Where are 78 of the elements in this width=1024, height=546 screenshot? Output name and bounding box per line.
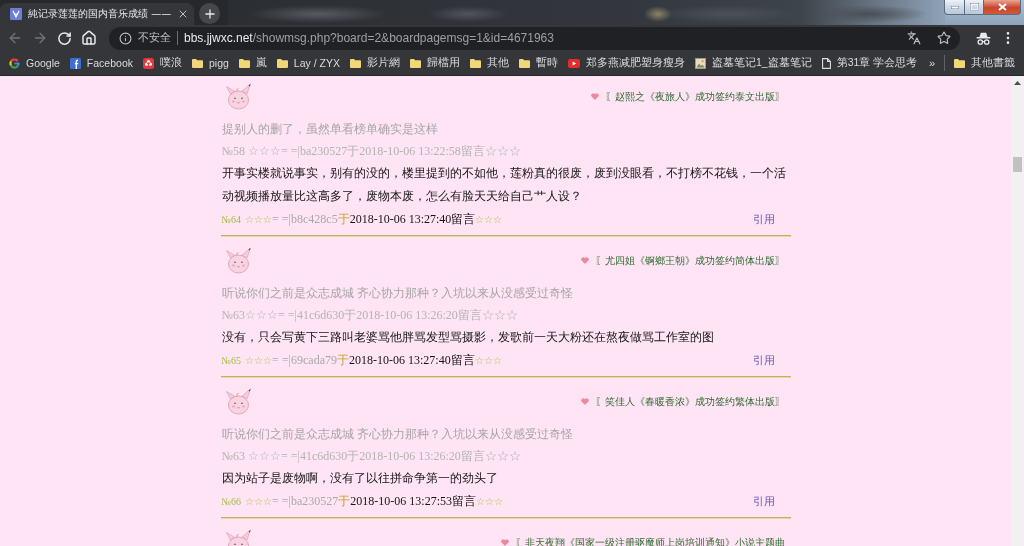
heart-icon	[590, 93, 599, 100]
quote-link[interactable]: 引用	[752, 211, 775, 227]
minimize-button[interactable]	[944, 0, 965, 15]
site-info-button[interactable]: 不安全	[119, 31, 171, 45]
folder-icon	[192, 58, 203, 68]
bookmark-link[interactable]: 盗墓笔记1_盗墓笔记	[689, 53, 817, 73]
quoted-text: 提别人的删了，虽然单看榜单确实是这样	[220, 121, 439, 138]
quoted-post-meta: №58 ☆☆☆= =|ba230527于2018-10-06 13:22:58留言☆☆☆	[220, 143, 522, 160]
picture-icon	[694, 57, 706, 69]
bookmark-folder[interactable]: 其他書籤	[949, 53, 1020, 73]
bookmark-folder[interactable]: 嵐	[233, 53, 272, 73]
bookmark-folder[interactable]: Lay / ZYX	[271, 53, 345, 73]
new-tab-button[interactable]	[199, 3, 220, 24]
quoted-text: 听说你们之前是众志成城 齐心协力那种？入坑以来从没感受过奇怪	[220, 426, 575, 443]
address-bar[interactable]: 不安全 bbs.jjwxc.net/showmsg.php?board=2&boardpagemsg=1&id=4671963	[109, 26, 960, 50]
video-play-icon	[567, 58, 580, 68]
post-meta: №65 ☆☆☆= =|69cada79于2018-10-06 13:27:40留言☆☆☆	[221, 351, 502, 369]
scrollbar-thumb[interactable]	[1013, 157, 1022, 172]
quoted-text: 听说你们之前是众志成城 齐心协力那种？入坑以来从没感受过奇怪	[220, 285, 575, 302]
folder-icon	[349, 58, 361, 68]
quoted-post-meta: №63 ☆☆☆= =|41c6d630于2018-10-06 13:26:20留言☆☆☆	[220, 448, 522, 465]
post-meta: №64 ☆☆☆= =|b8c428c5于2018-10-06 13:27:40留言☆☆☆	[221, 210, 503, 228]
browser-tab[interactable]: 純记录莲莲的国内音乐成绩 ——	[0, 3, 194, 25]
promo-link[interactable]: 〖笑佳人《春暖香浓》成功签约繁体出版〗	[594, 394, 785, 409]
bookmark-link[interactable]: Google	[4, 53, 65, 73]
site-favicon-icon	[10, 8, 22, 20]
creature-avatar-icon	[224, 247, 252, 274]
folder-icon	[469, 58, 481, 68]
page-icon	[821, 57, 831, 69]
flower-logo-icon	[143, 57, 154, 69]
promo-link[interactable]: 〖赵熙之《夜旅人》成功签约泰文出版〗	[604, 89, 785, 104]
post-meta: №66 ☆☆☆= =|ba230527于2018-10-06 13:27:53留言☆☆☆	[221, 492, 503, 510]
info-icon	[119, 31, 132, 45]
f-logo-icon	[69, 57, 81, 69]
scrollbar-track[interactable]	[1011, 76, 1024, 546]
hat-glasses-icon[interactable]	[976, 31, 991, 45]
folder-icon	[238, 58, 250, 68]
back-icon[interactable]	[7, 30, 23, 46]
heart-icon	[580, 257, 589, 264]
translate-icon[interactable]	[907, 31, 921, 45]
quote-link[interactable]: 引用	[752, 352, 775, 368]
bookmark-link[interactable]: Facebook	[64, 53, 138, 73]
heart-icon	[500, 539, 509, 546]
bookmark-folder[interactable]: 歸檔用	[404, 53, 465, 73]
quoted-post-meta: №63☆☆☆= =|41c6d630于2018-10-06 13:26:20留言☆☆☆	[220, 307, 519, 324]
creature-avatar-icon	[224, 83, 252, 110]
post-text: 开事实楼就说事实，别有的没的，楼里提到的不如他，莲粉真的很废，废到没眼看，不打榜不花钱，一个活动视频播放量比这高多了，废物本废，怎么有脸天天给自己艹人设？	[220, 165, 787, 205]
maximize-button[interactable]	[964, 0, 984, 15]
folder-icon	[409, 58, 421, 68]
bookmark-link[interactable]: 郑多燕减肥塑身瘦身	[562, 53, 690, 73]
bookmark-folder[interactable]: 影片網	[344, 53, 405, 73]
bookmark-star-icon[interactable]	[937, 31, 951, 45]
g-logo-icon	[9, 57, 20, 69]
quote-link[interactable]: 引用	[752, 493, 775, 509]
scroll-up-arrow-icon[interactable]	[1014, 81, 1021, 85]
bookmark-link[interactable]: 噗浪	[138, 53, 187, 73]
close-window-button[interactable]	[983, 0, 1021, 15]
plus-icon	[202, 6, 217, 21]
creature-avatar-icon	[224, 388, 252, 415]
folder-icon	[518, 58, 530, 68]
heart-icon	[580, 398, 589, 405]
url-text: bbs.jjwxc.net/showmsg.php?board=2&boardpagemsg=1&id=4671963	[184, 31, 555, 45]
bookmark-folder[interactable]: pigg	[187, 53, 234, 73]
bookmark-link[interactable]: 第31章 学会思考	[816, 53, 923, 73]
folder-icon	[276, 58, 288, 68]
minimize-icon	[950, 5, 959, 9]
reload-icon[interactable]	[57, 30, 72, 46]
close-icon	[997, 3, 1007, 11]
maximize-icon	[969, 3, 979, 11]
bookmarks-overflow-button[interactable]: »	[923, 53, 940, 73]
forward-icon[interactable]	[32, 30, 48, 46]
folder-icon	[954, 58, 965, 68]
bookmark-folder[interactable]: 暫時	[513, 53, 563, 73]
home-icon[interactable]	[81, 30, 97, 46]
promo-link[interactable]: 〖尤四姐《锕鄉王朝》成功签约简体出版〗	[594, 253, 785, 268]
post-text: 没有，只会写黄下三路叫老婆骂他胖骂发型骂摄影，发歌前一天大粉还在熬夜做骂工作室的图	[220, 329, 715, 346]
post-text: 因为站子是废物啊，没有了以往拼命争第一的劲头了	[220, 470, 499, 487]
bookmark-folder[interactable]: 其他	[464, 53, 514, 73]
